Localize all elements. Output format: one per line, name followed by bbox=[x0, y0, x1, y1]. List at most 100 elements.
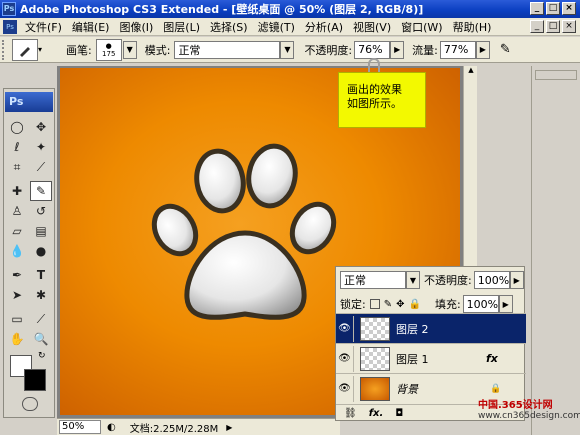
menu-bar: Ps 文件(F) 编辑(E) 图像(I) 图层(L) 选择(S) 滤镜(T) 分… bbox=[0, 18, 580, 36]
lock-all-icon[interactable]: 🔒 bbox=[409, 299, 421, 310]
notes-tool-icon[interactable]: ▭ bbox=[6, 309, 28, 329]
link-layers-icon[interactable]: ⛓ bbox=[344, 408, 357, 419]
document-icon[interactable]: Ps bbox=[3, 19, 17, 34]
layer-name[interactable]: 图层 1 bbox=[396, 351, 429, 367]
add-mask-icon[interactable]: ◘ bbox=[395, 408, 403, 419]
opacity-input[interactable]: 76% bbox=[354, 40, 391, 59]
doc-minimize-button[interactable]: _ bbox=[530, 20, 544, 33]
mode-select-arrow[interactable]: ▼ bbox=[280, 40, 295, 59]
lock-pixels-icon[interactable]: ✎ bbox=[384, 299, 392, 310]
clone-stamp-tool-icon[interactable]: ♙ bbox=[6, 201, 28, 221]
gradient-tool-icon[interactable]: ▤ bbox=[30, 221, 52, 241]
crop-tool-icon[interactable]: ⌗ bbox=[6, 157, 28, 177]
menu-edit[interactable]: 编辑(E) bbox=[67, 19, 115, 35]
lasso-tool-icon[interactable]: ℓ bbox=[6, 137, 28, 157]
tool-preset-picker[interactable] bbox=[12, 38, 38, 61]
layer-row-layer-2[interactable]: 👁 图层 2 bbox=[336, 313, 526, 343]
menu-help[interactable]: 帮助(H) bbox=[448, 19, 497, 35]
brush-label: 画笔: bbox=[66, 43, 92, 57]
hand-tool-icon[interactable]: ✋ bbox=[6, 329, 28, 349]
visibility-eye-icon[interactable]: 👁 bbox=[336, 375, 354, 402]
brush-tip-icon: ● bbox=[105, 41, 112, 50]
brush-picker-arrow[interactable]: ▼ bbox=[122, 40, 137, 59]
layer-opacity-arrow[interactable]: ▶ bbox=[509, 271, 524, 289]
brush-tool-icon[interactable]: ✎ bbox=[30, 181, 52, 201]
menu-file[interactable]: 文件(F) bbox=[20, 19, 67, 35]
toolbox: Ps ◯ ✥ ℓ ✦ ⌗ ⟋ ✚ ✎ ♙ ↺ ▱ ▤ 💧 ● ✒ T ➤ ✱ ▭… bbox=[3, 88, 55, 418]
magic-wand-tool-icon[interactable]: ✦ bbox=[30, 137, 52, 157]
zoom-level-input[interactable]: 50% bbox=[59, 420, 101, 434]
menu-view[interactable]: 视图(V) bbox=[348, 19, 396, 35]
scroll-up-icon[interactable]: ▲ bbox=[465, 66, 477, 78]
blend-mode-arrow[interactable]: ▼ bbox=[406, 271, 420, 289]
status-bar: 50% ◐ 文档:2.25M/2.28M ▶ bbox=[57, 418, 340, 435]
maximize-button[interactable]: □ bbox=[546, 2, 560, 15]
flow-slider-button[interactable]: ▶ bbox=[475, 40, 490, 59]
mode-select[interactable]: 正常 bbox=[174, 40, 281, 59]
menu-image[interactable]: 图像(I) bbox=[114, 19, 158, 35]
add-layer-style-icon[interactable]: fx. bbox=[369, 408, 384, 419]
marquee-tool-icon[interactable]: ◯ bbox=[6, 117, 28, 137]
layer-name[interactable]: 图层 2 bbox=[396, 321, 429, 337]
eraser-tool-icon[interactable]: ▱ bbox=[6, 221, 28, 241]
note-line-2: 如图所示。 bbox=[347, 97, 402, 110]
slice-tool-icon[interactable]: ⟋ bbox=[30, 157, 52, 177]
menu-select[interactable]: 选择(S) bbox=[205, 19, 253, 35]
layer-effects-icon[interactable]: fx bbox=[486, 352, 498, 365]
shape-tool-icon[interactable]: ✱ bbox=[30, 285, 52, 305]
dock-collapse-bar[interactable] bbox=[535, 70, 577, 80]
lock-label: 锁定: bbox=[340, 298, 366, 311]
title-bar: Ps Adobe Photoshop CS3 Extended - [壁纸桌面 … bbox=[0, 0, 580, 18]
layer-name[interactable]: 背景 bbox=[396, 381, 418, 397]
menu-analysis[interactable]: 分析(A) bbox=[300, 19, 348, 35]
swap-colors-icon[interactable]: ↻ bbox=[38, 351, 46, 361]
blur-tool-icon[interactable]: 💧 bbox=[6, 241, 28, 261]
flow-input[interactable]: 77% bbox=[439, 40, 476, 59]
menu-window[interactable]: 窗口(W) bbox=[396, 19, 447, 35]
toolbox-logo: Ps bbox=[5, 92, 53, 112]
fill-arrow[interactable]: ▶ bbox=[498, 295, 513, 313]
brush-picker[interactable]: ● 175 bbox=[95, 38, 122, 61]
brush-size: 175 bbox=[102, 49, 116, 58]
move-tool-icon[interactable]: ✥ bbox=[30, 117, 52, 137]
dodge-tool-icon[interactable]: ● bbox=[30, 241, 52, 261]
background-color-swatch[interactable] bbox=[24, 369, 46, 391]
zoom-tool-icon[interactable]: 🔍 bbox=[30, 329, 52, 349]
layer-row-layer-1[interactable]: 👁 图层 1 fx bbox=[336, 343, 526, 373]
close-button[interactable]: × bbox=[562, 2, 576, 15]
lock-position-icon[interactable]: ✥ bbox=[396, 299, 404, 310]
path-selection-tool-icon[interactable]: ➤ bbox=[6, 285, 28, 305]
visibility-eye-icon[interactable]: 👁 bbox=[336, 315, 354, 342]
airbrush-icon[interactable]: ✎ bbox=[500, 42, 511, 57]
eyedropper-tool-icon[interactable]: ⟋ bbox=[30, 309, 52, 329]
minimize-button[interactable]: _ bbox=[530, 2, 544, 15]
flow-label: 流量: bbox=[412, 43, 438, 57]
layer-opacity-label: 不透明度: bbox=[424, 274, 472, 287]
type-tool-icon[interactable]: T bbox=[30, 265, 52, 285]
document-size-info: 文档:2.25M/2.28M bbox=[129, 423, 219, 435]
options-grip[interactable] bbox=[2, 39, 8, 60]
doc-restore-button[interactable]: □ bbox=[546, 20, 560, 33]
panel-dock bbox=[531, 66, 580, 435]
pen-tool-icon[interactable]: ✒ bbox=[6, 265, 28, 285]
menu-filter[interactable]: 滤镜(T) bbox=[253, 19, 300, 35]
photoshop-app-icon: Ps bbox=[2, 2, 16, 16]
healing-brush-tool-icon[interactable]: ✚ bbox=[6, 181, 28, 201]
chevron-down-icon[interactable]: ▾ bbox=[38, 45, 48, 54]
status-menu-icon[interactable]: ◐ bbox=[107, 422, 116, 433]
quick-mask-icon[interactable] bbox=[22, 397, 38, 411]
layer-thumbnail bbox=[360, 346, 390, 371]
layer-lock-icon: 🔒 bbox=[490, 383, 502, 394]
menu-layer[interactable]: 图层(L) bbox=[158, 19, 205, 35]
note-line-1: 画出的效果 bbox=[347, 83, 402, 96]
fill-label: 填充: bbox=[434, 298, 461, 311]
fill-input[interactable]: 100% bbox=[462, 295, 499, 313]
status-arrow-icon[interactable]: ▶ bbox=[226, 423, 232, 432]
layer-opacity-input[interactable]: 100% bbox=[473, 271, 510, 289]
layer-blend-mode-select[interactable]: 正常 bbox=[340, 271, 406, 289]
history-brush-tool-icon[interactable]: ↺ bbox=[30, 201, 52, 221]
opacity-slider-button[interactable]: ▶ bbox=[390, 40, 405, 59]
doc-close-button[interactable]: × bbox=[562, 20, 576, 33]
lock-transparency-icon[interactable] bbox=[369, 299, 380, 309]
visibility-eye-icon[interactable]: 👁 bbox=[336, 345, 354, 372]
